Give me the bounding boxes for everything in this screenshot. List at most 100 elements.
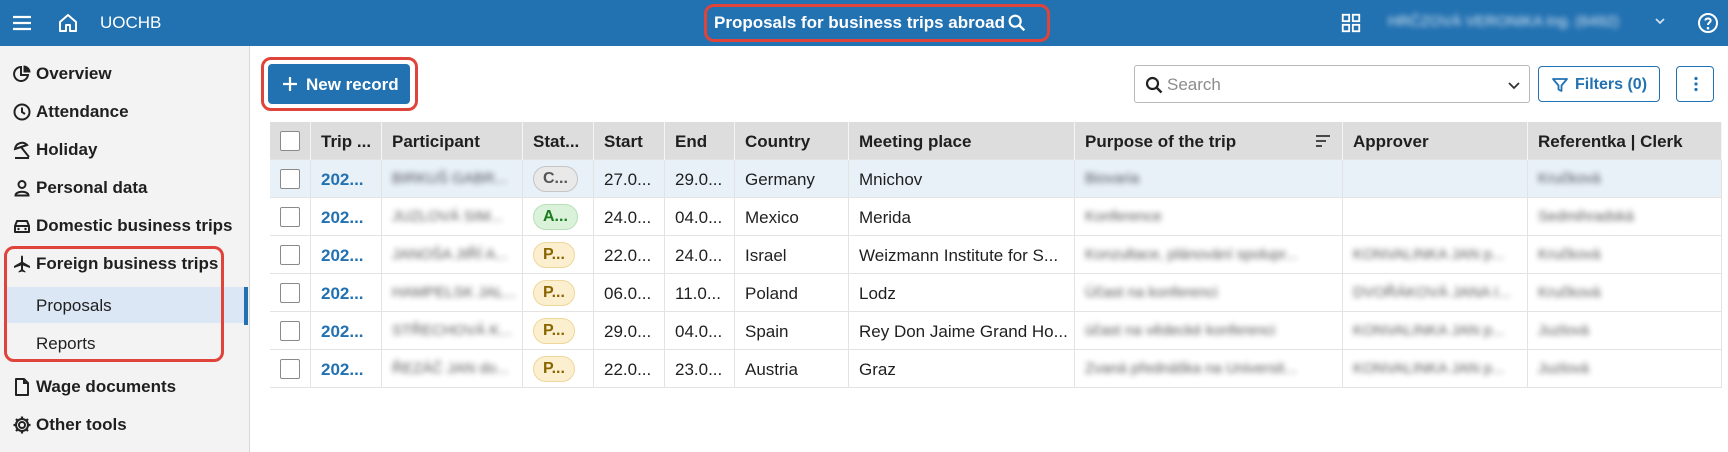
page-title[interactable]: Proposals for business trips abroad (714, 13, 1005, 33)
row-checkbox[interactable] (280, 321, 300, 341)
end-text: 23.0... (675, 360, 723, 379)
sidebar-item-holiday[interactable]: Holiday (0, 131, 248, 167)
org-name[interactable]: UOCHB (100, 13, 161, 33)
cell-clerk: Kručková (1528, 274, 1722, 312)
search-input[interactable] (1167, 74, 1487, 96)
table-row[interactable]: 202... BIRKUŠ GABR... C... 27.0... 29.0.… (270, 160, 1722, 198)
cell-approver: KONVALINKA JAN p... (1343, 312, 1528, 350)
sidebar-item-label: Domestic business trips (36, 216, 233, 235)
row-checkbox[interactable] (280, 207, 300, 227)
more-options-button[interactable] (1676, 66, 1714, 102)
sidebar-item-wage-documents[interactable]: Wage documents (0, 368, 248, 404)
end-text: 24.0... (675, 246, 723, 265)
cell-status: C... (523, 160, 594, 198)
cell-trip[interactable]: 202... (311, 274, 382, 312)
cell-end: 24.0... (665, 236, 735, 274)
pie-chart-icon (13, 65, 31, 82)
sidebar-item-label: Other tools (36, 415, 127, 434)
cell-start: 29.0... (594, 312, 665, 350)
cell-status: P... (523, 274, 594, 312)
country-text: Spain (745, 322, 789, 341)
row-checkbox[interactable] (280, 359, 300, 379)
cell-status: P... (523, 236, 594, 274)
column-header-start[interactable]: Start (594, 122, 665, 160)
column-header-approver[interactable]: Approver (1343, 122, 1528, 160)
cell-trip[interactable]: 202... (311, 236, 382, 274)
table-row[interactable]: 202... ŘEZÁČ JAN do... P... 22.0... 23.0… (270, 350, 1722, 388)
cell-trip[interactable]: 202... (311, 312, 382, 350)
meeting-place-text: Rey Don Jaime Grand Ho... (859, 322, 1068, 341)
participant-text: JUZLOVÁ SIM... (392, 208, 503, 225)
apps-grid-icon[interactable] (1340, 12, 1362, 34)
column-header-participant[interactable]: Participant (382, 122, 523, 160)
row-select-cell (270, 312, 311, 350)
sidebar-item-overview[interactable]: Overview (0, 55, 248, 91)
search-icon[interactable] (1006, 12, 1028, 34)
help-icon[interactable] (1696, 11, 1720, 35)
trip-link[interactable]: 202... (321, 322, 364, 342)
trip-link[interactable]: 202... (321, 170, 364, 190)
cell-clerk: Sedmihradská (1528, 198, 1722, 236)
cell-trip[interactable]: 202... (311, 198, 382, 236)
cell-purpose: Zvaná přednáška na Universit... (1075, 350, 1343, 388)
column-header-country[interactable]: Country (735, 122, 849, 160)
person-icon (14, 180, 30, 197)
status-badge: A... (533, 204, 578, 230)
car-icon (14, 220, 30, 233)
column-header-end[interactable]: End (665, 122, 735, 160)
cell-trip[interactable]: 202... (311, 160, 382, 198)
trip-link[interactable]: 202... (321, 284, 364, 304)
sidebar-item-personal-data[interactable]: Personal data (0, 169, 248, 205)
participant-text: ŘEZÁČ JAN do... (392, 360, 509, 377)
user-name[interactable]: HRČZOVÁ VERONIKA Ing. (6492) (1388, 13, 1619, 30)
purpose-text: účast na vědecké konferenci (1085, 322, 1276, 339)
cell-start: 22.0... (594, 236, 665, 274)
table-row[interactable]: 202... JUZLOVÁ SIM... A... 24.0... 04.0.… (270, 198, 1722, 236)
table-row[interactable]: 202... HAMPELSK JAL... P... 06.0... 11.0… (270, 274, 1722, 312)
cell-trip[interactable]: 202... (311, 350, 382, 388)
cell-start: 06.0... (594, 274, 665, 312)
chevron-down-icon[interactable] (1505, 76, 1523, 94)
search-icon (1145, 76, 1163, 94)
column-header-trip[interactable]: Trip ... (311, 122, 382, 160)
menu-icon[interactable] (10, 11, 34, 35)
sort-icon[interactable] (1314, 132, 1332, 150)
sidebar-item-other-tools[interactable]: Other tools (0, 406, 248, 442)
meeting-place-text: Lodz (859, 284, 896, 303)
column-header-clerk[interactable]: Referentka | Clerk (1528, 122, 1722, 160)
table-row[interactable]: 202... STŘECHOVÁ K... P... 29.0... 04.0.… (270, 312, 1722, 350)
new-record-button[interactable]: New record (268, 64, 410, 104)
column-header-meeting-place[interactable]: Meeting place (849, 122, 1075, 160)
table-row[interactable]: 202... JANOŠA JIŘÍ A... P... 22.0... 24.… (270, 236, 1722, 274)
approver-text: KONVALINKA JAN p... (1353, 322, 1505, 339)
sidebar-item-label: Attendance (36, 102, 129, 121)
trip-link[interactable]: 202... (321, 208, 364, 228)
filters-button[interactable]: Filters (0) (1538, 66, 1660, 102)
select-all-checkbox[interactable] (280, 131, 300, 151)
trip-link[interactable]: 202... (321, 360, 364, 380)
cell-end: 04.0... (665, 198, 735, 236)
column-header-purpose[interactable]: Purpose of the trip (1075, 122, 1343, 160)
meeting-place-text: Graz (859, 360, 896, 379)
cell-clerk: Kručková (1528, 160, 1722, 198)
row-checkbox[interactable] (280, 283, 300, 303)
end-text: 11.0... (675, 284, 721, 303)
status-badge: P... (533, 242, 575, 268)
sidebar-item-domestic-business-trips[interactable]: Domestic business trips (0, 207, 248, 243)
row-checkbox[interactable] (280, 245, 300, 265)
cell-participant: JUZLOVÁ SIM... (382, 198, 523, 236)
status-badge: P... (533, 318, 575, 344)
column-header-status[interactable]: Stat... (523, 122, 594, 160)
trip-link[interactable]: 202... (321, 246, 364, 266)
cell-participant: BIRKUŠ GABR... (382, 160, 523, 198)
active-indicator (244, 287, 248, 325)
row-checkbox[interactable] (280, 169, 300, 189)
cell-end: 23.0... (665, 350, 735, 388)
search-field[interactable] (1134, 65, 1530, 103)
home-icon[interactable] (56, 11, 80, 35)
new-record-label: New record (306, 75, 399, 94)
cell-start: 22.0... (594, 350, 665, 388)
sidebar-item-attendance[interactable]: Attendance (0, 93, 248, 129)
meeting-place-text: Weizmann Institute for S... (859, 246, 1059, 265)
chevron-down-icon[interactable] (1652, 13, 1668, 29)
